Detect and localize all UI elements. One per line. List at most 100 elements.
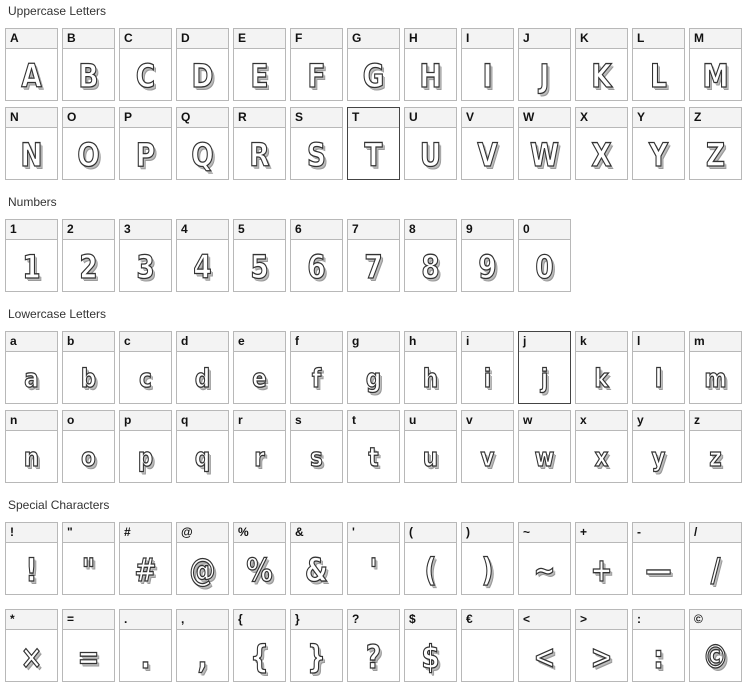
glyph-cell[interactable]: xx [575, 410, 628, 483]
glyph-cell[interactable]: 22 [62, 219, 115, 292]
glyph-cell[interactable]: ~ ~ [518, 522, 571, 595]
glyph-cell[interactable]: 66 [290, 219, 343, 292]
glyph-preview: . [140, 637, 151, 676]
glyph-cell[interactable]: TT [347, 107, 400, 180]
glyph-cell[interactable]: yy [632, 410, 685, 483]
glyph-cell[interactable]: %% [233, 522, 286, 595]
glyph-cell[interactable]: :: [632, 609, 685, 682]
glyph-cell[interactable]: ,, [176, 609, 229, 682]
glyph-cell[interactable]: .. [119, 609, 172, 682]
glyph-cell[interactable]: ee [233, 331, 286, 404]
glyph-cell[interactable]: QQ [176, 107, 229, 180]
glyph-cell[interactable]: aa [5, 331, 58, 404]
glyph-cell[interactable]: zz [689, 410, 742, 483]
glyph-cell[interactable]: )) [461, 522, 514, 595]
glyph-cell[interactable]: * × [5, 609, 58, 682]
glyph-cell[interactable]: VV [461, 107, 514, 180]
glyph-cell[interactable]: 00 [518, 219, 571, 292]
glyph-cell[interactable]: FF [290, 28, 343, 101]
glyph-cell[interactable]: {{ [233, 609, 286, 682]
glyph-cell[interactable]: 99 [461, 219, 514, 292]
glyph-cell[interactable]: pp [119, 410, 172, 483]
glyph-cell[interactable]: hh [404, 331, 457, 404]
glyph-cell[interactable]: 11 [5, 219, 58, 292]
glyph-cell[interactable]: / / [689, 522, 742, 595]
glyph-cell[interactable]: jj [518, 331, 571, 404]
glyph-preview: W [529, 135, 559, 174]
glyph-cell[interactable]: KK [575, 28, 628, 101]
glyph-cell[interactable]: OO [62, 107, 115, 180]
glyph-preview: p [137, 442, 154, 473]
glyph-cell[interactable]: ZZ [689, 107, 742, 180]
glyph-cell[interactable]: 77 [347, 219, 400, 292]
glyph-cell[interactable]: !! [5, 522, 58, 595]
glyph-cell[interactable]: (( [404, 522, 457, 595]
glyph-cell[interactable]: - — [632, 522, 685, 595]
glyph-label: , [177, 610, 228, 630]
glyph-cell[interactable]: II [461, 28, 514, 101]
glyph-cell[interactable]: qq [176, 410, 229, 483]
glyph-cell[interactable]: gg [347, 331, 400, 404]
glyph-cell[interactable]: $ $ [404, 609, 457, 682]
glyph-cell[interactable]: € [461, 609, 514, 682]
glyph-cell[interactable]: " " [62, 522, 115, 595]
glyph-cell[interactable]: + + [575, 522, 628, 595]
glyph-cell[interactable]: = = [62, 609, 115, 682]
glyph-cell[interactable]: oo [62, 410, 115, 483]
glyph-cell[interactable]: DD [176, 28, 229, 101]
glyph-cell[interactable]: RR [233, 107, 286, 180]
glyph-cell[interactable]: WW [518, 107, 571, 180]
glyph-label: d [177, 332, 228, 352]
glyph-cell[interactable]: tt [347, 410, 400, 483]
glyph-cell[interactable]: GG [347, 28, 400, 101]
glyph-cell[interactable]: }} [290, 609, 343, 682]
glyph-cell[interactable]: # # [119, 522, 172, 595]
glyph-cell[interactable]: 33 [119, 219, 172, 292]
glyph-label: 1 [6, 220, 57, 240]
glyph-cell[interactable]: JJ [518, 28, 571, 101]
glyph-cell[interactable]: HH [404, 28, 457, 101]
glyph-label: B [63, 29, 114, 49]
glyph-cell[interactable]: ss [290, 410, 343, 483]
glyph-cell[interactable]: AA [5, 28, 58, 101]
glyph-cell[interactable]: ll [632, 331, 685, 404]
glyph-cell[interactable]: uu [404, 410, 457, 483]
glyph-cell[interactable]: BB [62, 28, 115, 101]
glyph-cell[interactable]: kk [575, 331, 628, 404]
glyph-cell[interactable]: EE [233, 28, 286, 101]
glyph-cell[interactable]: UU [404, 107, 457, 180]
glyph-cell[interactable]: < < [518, 609, 571, 682]
glyph-cell[interactable]: vv [461, 410, 514, 483]
glyph-cell[interactable]: ww [518, 410, 571, 483]
glyph-preview: D [191, 56, 214, 95]
glyph-cell[interactable]: 88 [404, 219, 457, 292]
glyph-cell[interactable]: > > [575, 609, 628, 682]
glyph-cell[interactable]: YY [632, 107, 685, 180]
glyph-cell[interactable]: XX [575, 107, 628, 180]
glyph-preview: " [81, 550, 96, 589]
glyph-cell[interactable]: PP [119, 107, 172, 180]
glyph-cell[interactable]: © © [689, 609, 742, 682]
glyph-cell[interactable]: ' ' [347, 522, 400, 595]
glyph-cell[interactable]: ii [461, 331, 514, 404]
glyph-cell[interactable]: ?? [347, 609, 400, 682]
glyph-cell[interactable]: mm [689, 331, 742, 404]
glyph-cell[interactable]: cc [119, 331, 172, 404]
glyph-cell[interactable]: @ @ [176, 522, 229, 595]
glyph-preview: % [246, 550, 273, 589]
glyph-cell[interactable]: NN [5, 107, 58, 180]
glyph-cell[interactable]: nn [5, 410, 58, 483]
glyph-cell[interactable]: LL [632, 28, 685, 101]
glyph-cell[interactable]: MM [689, 28, 742, 101]
glyph-cell[interactable]: rr [233, 410, 286, 483]
glyph-cell[interactable]: bb [62, 331, 115, 404]
glyph-cell[interactable]: & & [290, 522, 343, 595]
glyph-cell[interactable]: 55 [233, 219, 286, 292]
glyph-preview: 0 [535, 247, 554, 286]
glyph-cell[interactable]: SS [290, 107, 343, 180]
glyph-cell[interactable]: dd [176, 331, 229, 404]
glyph-label: Z [690, 108, 741, 128]
glyph-cell[interactable]: 44 [176, 219, 229, 292]
glyph-cell[interactable]: CC [119, 28, 172, 101]
glyph-cell[interactable]: ff [290, 331, 343, 404]
